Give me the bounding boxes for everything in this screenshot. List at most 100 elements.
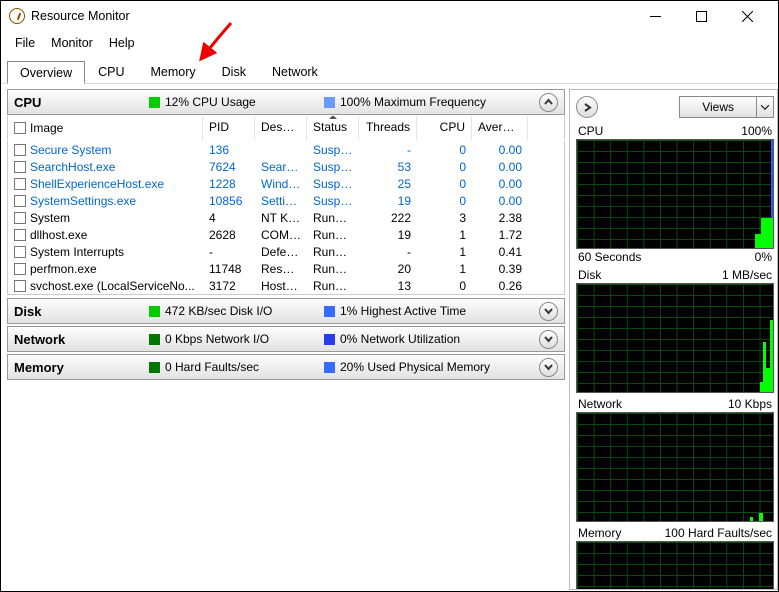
row-checkbox[interactable]	[14, 229, 26, 241]
maximize-button[interactable]	[678, 1, 724, 31]
select-all-checkbox[interactable]	[14, 122, 26, 134]
tab-disk[interactable]: Disk	[209, 60, 259, 83]
cell-desc: Search...	[255, 160, 307, 174]
cell-desc: NT Ker...	[255, 211, 307, 225]
cell-threads: 13	[359, 279, 417, 293]
cell-avg: 0.00	[472, 143, 528, 157]
menu-file[interactable]: File	[7, 33, 43, 53]
graph-network: Network10 Kbps	[576, 397, 774, 522]
cell-cpu: 0	[417, 194, 472, 208]
cell-cpu: 0	[417, 160, 472, 174]
close-button[interactable]	[724, 1, 770, 31]
cell-status: Suspe...	[307, 160, 359, 174]
row-checkbox[interactable]	[14, 178, 26, 190]
cell-status: Runni...	[307, 279, 359, 293]
cell-pid: 10856	[203, 194, 255, 208]
graph-bot-left: 60 Seconds	[578, 250, 641, 264]
cell-pid: 136	[203, 143, 255, 157]
col-cpu[interactable]: CPU	[417, 116, 472, 140]
memory-expand-button[interactable]	[539, 358, 558, 377]
cell-pid: 3172	[203, 279, 255, 293]
disk-panel-header[interactable]: Disk472 KB/sec Disk I/O1% Highest Active…	[7, 298, 565, 324]
row-checkbox[interactable]	[14, 280, 26, 292]
network-stat1: 0 Kbps Network I/O	[165, 332, 269, 346]
graphs-nav-button[interactable]	[576, 96, 598, 118]
cell-status: Suspe...	[307, 177, 359, 191]
views-dropdown-icon[interactable]	[756, 97, 773, 117]
cell-avg: 0.41	[472, 245, 528, 259]
col-avg[interactable]: Averag...	[472, 116, 528, 140]
table-row[interactable]: perfmon.exe11748Resour...Runni...2010.39	[8, 260, 564, 277]
cell-threads: -	[359, 245, 417, 259]
table-row[interactable]: SystemSettings.exe10856SettingsSuspe...1…	[8, 192, 564, 209]
cpu-usage-label: 12% CPU Usage	[165, 95, 256, 109]
col-image[interactable]: Image	[30, 121, 63, 135]
row-checkbox[interactable]	[14, 246, 26, 258]
table-row[interactable]: ShellExperienceHost.exe1228Windo...Suspe…	[8, 175, 564, 192]
row-checkbox[interactable]	[14, 263, 26, 275]
cell-cpu: 0	[417, 143, 472, 157]
tab-memory[interactable]: Memory	[138, 60, 209, 83]
row-checkbox[interactable]	[14, 212, 26, 224]
table-row[interactable]: svchost.exe (LocalServiceNo...3172Host P…	[8, 277, 564, 294]
cell-status: Runni...	[307, 211, 359, 225]
table-row[interactable]: dllhost.exe2628COM S...Runni...1911.72	[8, 226, 564, 243]
network-swatch1-icon	[149, 334, 160, 345]
memory-stat1: 0 Hard Faults/sec	[165, 360, 259, 374]
table-row[interactable]: System Interrupts-Deferr...Runni...-10.4…	[8, 243, 564, 260]
cpu-usage-swatch-icon	[149, 97, 160, 108]
row-checkbox[interactable]	[14, 195, 26, 207]
views-label: Views	[680, 100, 756, 114]
graph-memory: Memory100 Hard Faults/sec	[576, 526, 774, 590]
table-row[interactable]: SearchHost.exe7624Search...Suspe...5300.…	[8, 158, 564, 175]
cell-cpu: 1	[417, 262, 472, 276]
cpu-process-list[interactable]: Secure System136Suspe...-00.00SearchHost…	[7, 141, 565, 295]
col-status[interactable]: Status	[307, 116, 359, 140]
disk-stat1: 472 KB/sec Disk I/O	[165, 304, 272, 318]
cpu-collapse-button[interactable]	[539, 93, 558, 112]
cell-status: Runni...	[307, 262, 359, 276]
cpu-panel-title: CPU	[14, 95, 149, 110]
cell-avg: 0.39	[472, 262, 528, 276]
disk-expand-button[interactable]	[539, 302, 558, 321]
table-row[interactable]: Secure System136Suspe...-00.00	[8, 141, 564, 158]
cell-cpu: 0	[417, 177, 472, 191]
tab-strip: Overview CPU Memory Disk Network	[1, 60, 778, 84]
cell-image: System Interrupts	[30, 245, 124, 259]
col-desc[interactable]: Descrip...	[255, 116, 307, 140]
views-button[interactable]: Views	[679, 96, 774, 118]
network-panel-header[interactable]: Network 0 Kbps Network I/O 0% Network Util…	[7, 326, 565, 352]
memory-panel-header[interactable]: Memory0 Hard Faults/sec20% Used Physical…	[7, 354, 565, 380]
cpu-panel-header[interactable]: CPU 12% CPU Usage 100% Maximum Frequency	[7, 89, 565, 115]
cell-status: Runni...	[307, 228, 359, 242]
menu-help[interactable]: Help	[101, 33, 143, 53]
disk-swatch1-icon	[149, 306, 160, 317]
cell-avg: 2.38	[472, 211, 528, 225]
minimize-button[interactable]	[632, 1, 678, 31]
cell-threads: 222	[359, 211, 417, 225]
network-expand-button[interactable]	[539, 330, 558, 349]
cell-desc: Deferr...	[255, 245, 307, 259]
cell-avg: 0.00	[472, 194, 528, 208]
tab-overview[interactable]: Overview	[7, 61, 85, 84]
window-title: Resource Monitor	[31, 9, 130, 23]
col-pid[interactable]: PID	[203, 116, 255, 140]
cell-threads: -	[359, 143, 417, 157]
cell-status: Suspe...	[307, 143, 359, 157]
tab-network[interactable]: Network	[259, 60, 331, 83]
network-stat2: 0% Network Utilization	[340, 332, 460, 346]
network-panel-title: Network	[14, 332, 149, 347]
tab-cpu[interactable]: CPU	[85, 60, 137, 83]
graph-disk: Disk1 MB/sec	[576, 268, 774, 393]
row-checkbox[interactable]	[14, 161, 26, 173]
cell-status: Runni...	[307, 245, 359, 259]
menu-monitor[interactable]: Monitor	[43, 33, 101, 53]
title-bar: Resource Monitor	[1, 1, 778, 31]
table-row[interactable]: System4NT Ker...Runni...22232.38	[8, 209, 564, 226]
col-threads[interactable]: Threads	[359, 116, 417, 140]
graph-top-right: 100 Hard Faults/sec	[665, 526, 772, 540]
network-swatch2-icon	[324, 334, 335, 345]
cell-pid: 11748	[203, 262, 255, 276]
graph-top-right: 10 Kbps	[728, 397, 772, 411]
row-checkbox[interactable]	[14, 144, 26, 156]
